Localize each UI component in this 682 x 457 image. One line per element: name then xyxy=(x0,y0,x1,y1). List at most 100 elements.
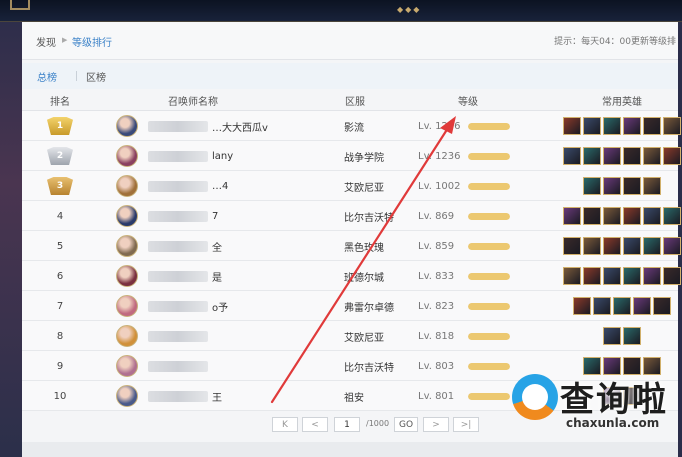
redacted-name-blur xyxy=(148,330,208,342)
ranking-table: 1 …大大西瓜v 影流 Lv. 1296 2 lany 战争学院 Lv. 1236 3 …4 艾欧尼… xyxy=(22,111,681,411)
hero-portrait-icon[interactable] xyxy=(663,207,681,225)
go-button[interactable]: GO xyxy=(394,417,418,432)
hero-portrait-icon[interactable] xyxy=(643,177,661,195)
hero-portrait-icon[interactable] xyxy=(613,297,631,315)
avatar[interactable] xyxy=(116,175,138,197)
table-row[interactable]: 1 …大大西瓜v 影流 Lv. 1296 xyxy=(22,111,681,141)
summoner-name[interactable]: 全 xyxy=(212,239,222,254)
heroes-cell xyxy=(562,321,682,351)
hero-portrait-icon[interactable] xyxy=(603,327,621,345)
summoner-name-cell: 7 xyxy=(148,201,348,231)
avatar[interactable] xyxy=(116,295,138,317)
avatar[interactable] xyxy=(116,355,138,377)
hero-portrait-icon[interactable] xyxy=(603,267,621,285)
tab-overall[interactable]: 总榜 xyxy=(37,69,57,84)
avatar[interactable] xyxy=(116,385,138,407)
hero-portrait-icon[interactable] xyxy=(583,207,601,225)
summoner-name[interactable]: 是 xyxy=(212,269,222,284)
hero-portrait-icon[interactable] xyxy=(623,177,641,195)
logo-icon xyxy=(10,0,30,10)
hero-portrait-icon[interactable] xyxy=(623,327,641,345)
hero-portrait-icon[interactable] xyxy=(583,117,601,135)
hero-portrait-icon[interactable] xyxy=(663,267,681,285)
hero-portrait-icon[interactable] xyxy=(643,147,661,165)
hero-portrait-icon[interactable] xyxy=(663,237,681,255)
rank-cell: 7 xyxy=(46,291,74,321)
table-row[interactable]: 2 lany 战争学院 Lv. 1236 xyxy=(22,141,681,171)
avatar[interactable] xyxy=(116,115,138,137)
hero-portrait-icon[interactable] xyxy=(563,237,581,255)
hero-portrait-icon[interactable] xyxy=(583,177,601,195)
hero-portrait-icon[interactable] xyxy=(603,237,621,255)
hero-portrait-icon[interactable] xyxy=(563,207,581,225)
hero-portrait-icon[interactable] xyxy=(663,147,681,165)
hero-portrait-icon[interactable] xyxy=(653,297,671,315)
hero-portrait-icon[interactable] xyxy=(623,237,641,255)
hero-portrait-icon[interactable] xyxy=(643,267,661,285)
hero-portrait-icon[interactable] xyxy=(563,267,581,285)
breadcrumb-current[interactable]: 等级排行 xyxy=(72,34,112,49)
hero-portrait-icon[interactable] xyxy=(573,297,591,315)
hero-portrait-icon[interactable] xyxy=(603,207,621,225)
summoner-name[interactable]: lany xyxy=(212,151,233,162)
breadcrumb-separator-icon: ▶ xyxy=(62,36,68,44)
summoner-name[interactable]: …4 xyxy=(212,181,228,192)
hero-portrait-icon[interactable] xyxy=(643,117,661,135)
rank-cell: 6 xyxy=(46,261,74,291)
level-progress-fill xyxy=(468,122,510,130)
hero-portrait-icon[interactable] xyxy=(583,147,601,165)
table-row[interactable]: 6 是班德尔城 Lv. 833 xyxy=(22,261,681,291)
hero-portrait-icon[interactable] xyxy=(563,117,581,135)
hero-portrait-icon[interactable] xyxy=(663,117,681,135)
hero-portrait-icon[interactable] xyxy=(623,147,641,165)
summoner-name-cell: …大大西瓜v xyxy=(148,111,348,141)
hero-portrait-icon[interactable] xyxy=(603,117,621,135)
summoner-name[interactable]: 王 xyxy=(212,389,222,404)
hero-portrait-icon[interactable] xyxy=(563,147,581,165)
rank-badge-icon: 1 xyxy=(47,117,73,135)
table-row[interactable]: 3 …4 艾欧尼亚 Lv. 1002 xyxy=(22,171,678,201)
hero-portrait-icon[interactable] xyxy=(643,237,661,255)
level-bar-cell xyxy=(468,201,514,231)
hero-portrait-icon[interactable] xyxy=(623,117,641,135)
hero-portrait-icon[interactable] xyxy=(623,207,641,225)
hero-portrait-icon[interactable] xyxy=(623,267,641,285)
watermark-logo-icon xyxy=(512,374,558,420)
table-row[interactable]: 7 o予 弗雷尔卓德 Lv. 823 xyxy=(22,291,678,321)
breadcrumb-home-link[interactable]: 发现 xyxy=(36,34,56,49)
level-progress-fill xyxy=(468,392,510,400)
summoner-name[interactable]: …大大西瓜v xyxy=(212,119,268,134)
table-row[interactable]: 8 艾欧尼亚 Lv. 818 xyxy=(22,321,678,351)
avatar[interactable] xyxy=(116,265,138,287)
page-number-input[interactable]: 1 xyxy=(334,417,360,432)
summoner-name[interactable]: 7 xyxy=(212,211,218,222)
rank-cell: 8 xyxy=(46,321,74,351)
last-page-button[interactable]: >| xyxy=(453,417,479,432)
hero-portrait-icon[interactable] xyxy=(603,147,621,165)
avatar[interactable] xyxy=(116,235,138,257)
prev-page-button[interactable]: < xyxy=(302,417,328,432)
rank-number: 10 xyxy=(53,390,67,402)
table-row[interactable]: 5 全黑色玫瑰 Lv. 859 xyxy=(22,231,681,261)
next-page-button[interactable]: > xyxy=(423,417,449,432)
hero-portrait-icon[interactable] xyxy=(643,207,661,225)
summoner-name[interactable]: o予 xyxy=(212,299,228,314)
hero-portrait-icon[interactable] xyxy=(583,237,601,255)
hero-portrait-icon[interactable] xyxy=(633,297,651,315)
level-progress-fill xyxy=(468,362,510,370)
first-page-button[interactable]: K xyxy=(272,417,298,432)
level-progress-bar xyxy=(468,272,510,280)
level-progress-fill xyxy=(468,242,510,250)
level-progress-bar xyxy=(468,182,510,190)
avatar[interactable] xyxy=(116,145,138,167)
rank-cell: 9 xyxy=(46,351,74,381)
hero-portrait-icon[interactable] xyxy=(603,177,621,195)
avatar[interactable] xyxy=(116,325,138,347)
hero-portrait-icon[interactable] xyxy=(593,297,611,315)
hero-portrait-icon[interactable] xyxy=(583,267,601,285)
level-bar-cell xyxy=(468,141,514,171)
avatar[interactable] xyxy=(116,205,138,227)
avatar-cell xyxy=(116,111,140,141)
table-row[interactable]: 4 7 比尔吉沃特 Lv. 869 xyxy=(22,201,681,231)
tab-region[interactable]: 区榜 xyxy=(86,69,106,84)
